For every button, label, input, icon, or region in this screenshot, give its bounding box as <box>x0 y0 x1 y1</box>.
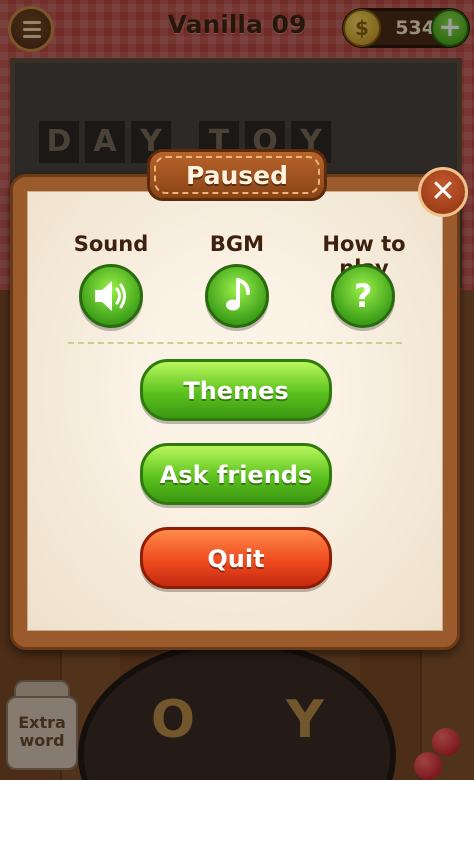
music-note-icon <box>226 278 250 311</box>
quit-button[interactable]: Quit <box>140 527 332 589</box>
bgm-label: BGM <box>209 232 265 256</box>
divider <box>68 342 402 344</box>
close-button[interactable]: ✕ <box>418 167 468 217</box>
bottom-blank-area <box>0 780 474 843</box>
dialog-title-badge: Paused <box>147 149 327 201</box>
how-to-play-button[interactable]: ? <box>331 264 395 328</box>
ask-friends-button[interactable]: Ask friends <box>140 443 332 505</box>
themes-button[interactable]: Themes <box>140 359 332 421</box>
sound-toggle-button[interactable] <box>79 264 143 328</box>
dialog-title: Paused <box>185 161 289 190</box>
sound-label: Sound <box>73 232 149 256</box>
bgm-toggle-button[interactable] <box>205 264 269 328</box>
svg-text:?: ? <box>354 277 373 315</box>
speaker-icon <box>95 281 126 311</box>
question-icon: ? <box>354 277 373 315</box>
